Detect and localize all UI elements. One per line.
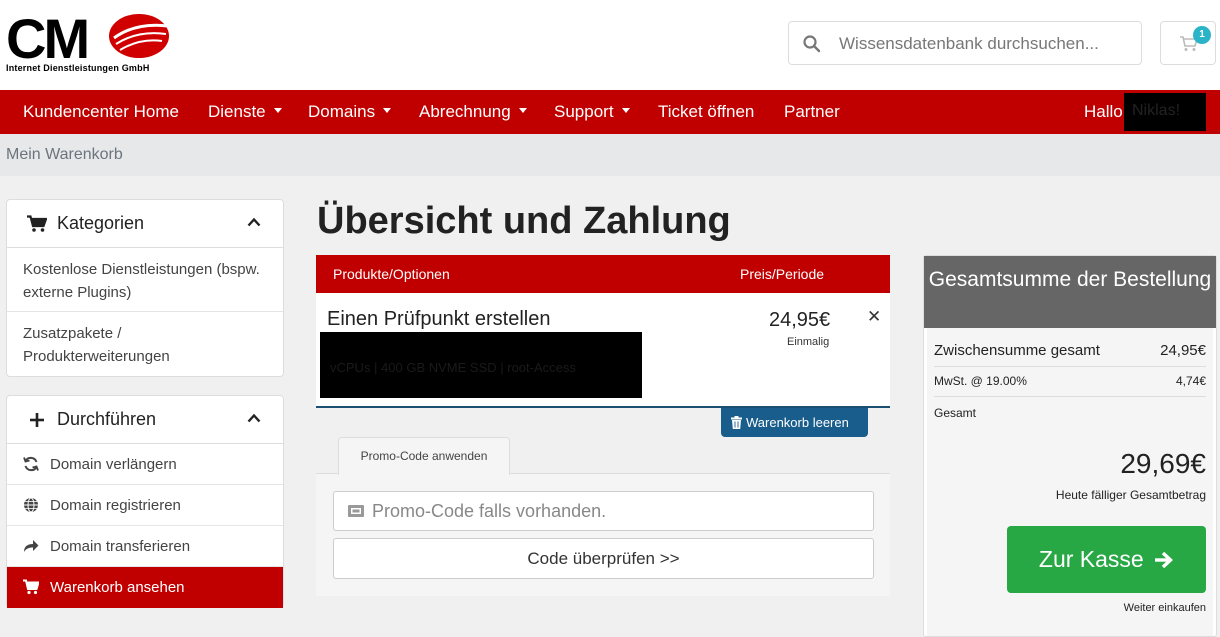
ticket-icon [348,505,364,517]
cmo-logo-icon: CM [6,7,169,70]
col-price: Preis/Periode [740,266,825,282]
user-name: Niklas! [1132,102,1181,119]
check-code-button[interactable]: Code überprüfen >> [333,538,874,579]
divider [934,366,1206,367]
summary-title: Gesamtsumme der Bestellung [924,256,1216,328]
sidebar-item-zusatzpakete[interactable]: Zusatzpakete / Produkterweiterungen [7,312,283,376]
caret-down-icon [383,108,392,114]
cart-item-details: vCPUs | 400 GB NVME SSD | root-Access [330,360,576,375]
arrow-right-icon [1155,551,1174,569]
page-title: Übersicht und Zahlung [317,200,731,242]
sidebar-item-warenkorb-ansehen[interactable]: Warenkorb ansehen [7,567,283,608]
company-logo[interactable]: CM Internet Dienstleistungen GmbH [6,7,174,76]
share-arrow-icon [24,540,39,552]
cart-item-period: Einmalig [787,336,830,348]
categories-title: Kategorien [57,213,145,233]
nav-ticket-oeffnen[interactable]: Ticket öffnen [658,90,754,134]
caret-down-icon [518,108,527,114]
chevron-up-icon[interactable] [247,413,261,423]
tax-label: MwSt. @ 19.00% [934,374,1027,388]
plus-icon [30,413,44,427]
subtotal-value: 24,95€ [1160,342,1206,359]
col-products: Produkte/Optionen [333,266,450,282]
actions-title: Durchführen [57,409,157,429]
empty-cart-label: Warenkorb leeren [746,415,849,430]
nav-kundencenter-home[interactable]: Kundencenter Home [23,90,179,134]
sidebar-item-domain-transferieren[interactable]: Domain transferieren [7,526,283,567]
cart-item-price: 24,95€ [769,309,831,331]
order-summary: Gesamtsumme der Bestellung Zwischensumme… [923,255,1217,637]
actions-header[interactable]: Durchführen [7,396,283,444]
nav-support[interactable]: Support [554,90,630,134]
chevron-up-icon[interactable] [247,217,261,227]
promo-code-field[interactable] [333,491,874,531]
nav-domains[interactable]: Domains [308,90,392,134]
trash-icon [731,416,742,429]
svg-text:CM: CM [6,8,87,62]
cart-icon [27,215,47,232]
action-label: Domain transferieren [50,538,191,555]
continue-shopping-link[interactable]: Weiter einkaufen [1124,602,1206,614]
cart-icon [23,579,39,595]
main-navbar: Kundencenter Home Dienste Domains Abrech… [0,90,1220,134]
cart-table-header: Produkte/Optionen Preis/Periode [316,255,890,293]
categories-header[interactable]: Kategorien [7,200,283,248]
actions-panel: Durchführen Domain verlängern Domain reg… [6,395,284,608]
nav-dienste[interactable]: Dienste [208,90,282,134]
tab-promo-code[interactable]: Promo-Code anwenden [338,437,510,475]
promo-code-input[interactable] [372,498,862,524]
divider [934,396,1206,397]
knowledgebase-search[interactable] [788,21,1142,65]
header: CM Internet Dienstleistungen GmbH 1 [0,0,1220,90]
cart-count-badge: 1 [1193,26,1211,44]
user-menu-redacted[interactable]: Niklas! [1124,93,1206,131]
search-input[interactable] [839,30,1129,58]
breadcrumb-current: Mein Warenkorb [6,146,123,163]
total-value: 29,69€ [1120,448,1206,479]
globe-icon [24,497,38,513]
sidebar-item-kostenlose-dienstleistungen[interactable]: Kostenlose Dienstleistungen (bspw. exter… [7,248,283,312]
header-cart-button[interactable]: 1 [1160,21,1216,65]
caret-down-icon [621,108,630,114]
sidebar-item-domain-registrieren[interactable]: Domain registrieren [7,485,283,526]
empty-cart-button[interactable]: Warenkorb leeren [721,408,868,437]
checkout-button[interactable]: Zur Kasse [1007,526,1206,593]
subtotal-label: Zwischensumme gesamt [934,342,1100,359]
sidebar-item-domain-verlaengern[interactable]: Domain verlängern [7,444,283,485]
action-label: Domain verlängern [50,456,177,473]
cart-item-name: Einen Prüfpunkt erstellen [327,308,551,330]
action-label: Domain registrieren [50,497,181,514]
search-icon [803,35,821,53]
summary-body: Zwischensumme gesamt 24,95€ MwSt. @ 19.0… [927,328,1213,636]
refresh-icon [23,456,39,472]
action-label: Warenkorb ansehen [50,579,185,596]
breadcrumb: Mein Warenkorb [0,134,1220,176]
tax-value: 4,74€ [1175,374,1206,388]
total-label: Gesamt [934,406,977,420]
due-today-label: Heute fälliger Gesamtbetrag [1055,488,1206,502]
checkout-label: Zur Kasse [1038,546,1144,572]
cart-table: Produkte/Optionen Preis/Periode Einen Pr… [316,255,890,408]
nav-partner[interactable]: Partner [784,90,840,134]
user-greeting: Hallo, [1084,102,1128,121]
cart-item-details-redacted: vCPUs | 400 GB NVME SSD | root-Access [320,332,642,398]
nav-abrechnung[interactable]: Abrechnung [419,90,527,134]
caret-down-icon [273,108,282,114]
remove-item-button[interactable]: ✕ [867,307,881,327]
logo-subtitle: Internet Dienstleistungen GmbH [6,63,150,73]
categories-panel: Kategorien Kostenlose Dienstleistungen (… [6,199,284,377]
